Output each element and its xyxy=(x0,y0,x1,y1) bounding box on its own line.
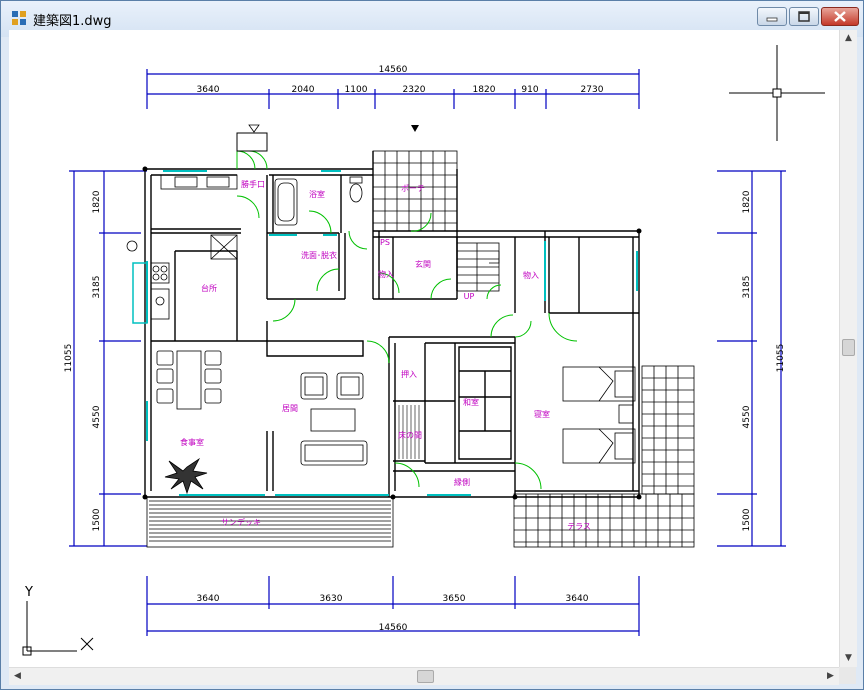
sundeck-planks xyxy=(146,496,394,548)
room-senmen: 洗面･脱衣 xyxy=(301,250,337,260)
top-dim-2: 2040 xyxy=(292,85,315,95)
maximize-button[interactable] xyxy=(789,7,819,26)
top-dim-1: 3640 xyxy=(197,85,220,95)
crosshair-cursor xyxy=(729,45,825,141)
top-total-dim: 14560 xyxy=(379,65,408,75)
room-oshiire: 押入 xyxy=(401,369,417,379)
right-dim-3: 4550 xyxy=(742,405,752,428)
floor-plan-drawing: 14560 3640 2040 1100 2320 1820 910 2730 xyxy=(22,45,825,656)
room-monoire-2: 物入 xyxy=(523,270,539,280)
drawing-canvas[interactable]: 14560 3640 2040 1100 2320 1820 910 2730 xyxy=(9,30,839,667)
room-washitsu: 和室 xyxy=(463,397,479,407)
left-dim-4: 1500 xyxy=(92,508,102,531)
room-katteguchi: 勝手口 xyxy=(241,179,265,189)
minimize-icon xyxy=(766,17,778,22)
bottom-dim-2: 3630 xyxy=(320,594,343,604)
drawing-app-icon xyxy=(12,11,26,25)
room-yokushitsu: 浴室 xyxy=(309,189,325,199)
vertical-scrollbar[interactable]: ▲ ▼ xyxy=(839,30,857,667)
room-sundeck: サンデッキ xyxy=(221,517,261,527)
bottom-dim-3: 3650 xyxy=(443,594,466,604)
room-ima: 居間 xyxy=(282,404,298,413)
maximize-icon xyxy=(798,11,810,22)
room-up: UP xyxy=(464,292,475,301)
bottom-dim-1: 3640 xyxy=(197,594,220,604)
horizontal-scroll-thumb[interactable] xyxy=(417,670,434,683)
scroll-left-icon[interactable]: ◀ xyxy=(9,668,26,685)
bottom-dim-4: 3640 xyxy=(566,594,589,604)
room-ps: PS xyxy=(380,238,390,247)
right-dim-2: 3185 xyxy=(742,276,752,299)
room-genkan: 玄関 xyxy=(415,259,431,269)
top-dim-4: 2320 xyxy=(403,85,426,95)
room-tokonoma: 床の間 xyxy=(398,430,422,440)
top-dim-7: 2730 xyxy=(581,85,604,95)
scroll-up-icon[interactable]: ▲ xyxy=(840,30,857,47)
left-dim-2: 3185 xyxy=(92,276,102,299)
walls xyxy=(144,151,640,498)
horizontal-scrollbar[interactable]: ◀ ▶ xyxy=(9,667,839,685)
room-terrace: テラス xyxy=(567,522,591,531)
top-dim-3: 1100 xyxy=(345,85,368,95)
scroll-down-icon[interactable]: ▼ xyxy=(840,650,857,667)
close-icon xyxy=(834,11,846,22)
staircase xyxy=(456,242,500,292)
ucs-y-label: Y xyxy=(24,585,33,600)
columns xyxy=(142,166,642,500)
minimize-button[interactable] xyxy=(757,7,787,26)
right-dim-1: 1820 xyxy=(742,190,752,213)
entrance-marker-icon xyxy=(411,125,419,132)
room-daidokoro: 台所 xyxy=(201,283,217,293)
top-dim-5: 1820 xyxy=(473,85,496,95)
room-shinshitsu: 寝室 xyxy=(534,409,550,419)
vertical-scroll-thumb[interactable] xyxy=(842,339,855,356)
top-dim-6: 910 xyxy=(521,85,538,95)
katteguchi-marker-icon xyxy=(248,124,260,133)
close-button[interactable] xyxy=(821,7,859,26)
room-shokujishitsu: 食事室 xyxy=(180,437,204,447)
left-dim-3: 4550 xyxy=(92,405,102,428)
top-dimensions xyxy=(146,69,640,109)
bottom-total-dim: 14560 xyxy=(379,623,408,633)
room-monoire-1: 物入 xyxy=(378,269,394,279)
right-total-dim: 11055 xyxy=(776,344,786,373)
cad-window: 建築図1.dwg 14560 3640 2040 1100 2320 1820 … xyxy=(0,0,864,690)
fixtures xyxy=(126,174,636,466)
room-engawa: 縁側 xyxy=(454,477,470,487)
windows xyxy=(146,170,638,496)
right-dim-4: 1500 xyxy=(742,508,752,531)
window-title: 建築図1.dwg xyxy=(33,14,112,29)
left-dimensions xyxy=(69,170,147,547)
room-porch: ポーチ xyxy=(401,184,425,193)
plant-icon xyxy=(164,457,208,495)
scrollbar-corner xyxy=(839,667,856,684)
left-dim-1: 1820 xyxy=(92,190,102,213)
ucs-compass-icon xyxy=(22,601,94,656)
left-total-dim: 11055 xyxy=(64,344,74,373)
scroll-right-icon[interactable]: ▶ xyxy=(822,668,839,685)
